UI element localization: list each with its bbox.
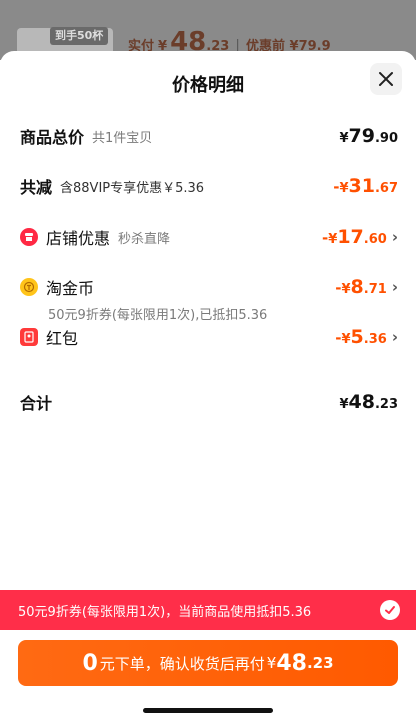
pay-later-int: 48 bbox=[276, 650, 307, 676]
row-red-packet[interactable]: 红包 - ¥ 5 .36 › bbox=[20, 325, 398, 349]
amount-int: 79 bbox=[348, 125, 375, 147]
chevron-right-icon: › bbox=[391, 328, 398, 346]
taojinbi-amount: - ¥ 8 .71 › bbox=[335, 276, 398, 298]
shop-icon bbox=[20, 228, 38, 246]
vip-discount-note: 含88VIP专享优惠￥5.36 bbox=[60, 180, 205, 196]
taojinbi-label: 淘金币 bbox=[46, 279, 95, 298]
flash-sale-note: 秒杀直降 bbox=[118, 231, 171, 247]
coupon-bar[interactable]: 50元9折券(每张限用1次)，当前商品使用抵扣5.36 bbox=[0, 590, 416, 630]
sheet-title: 价格明细 bbox=[172, 75, 244, 96]
amount-dec: .23 bbox=[374, 397, 398, 412]
amount-int: 17 bbox=[337, 226, 364, 248]
total-price-amount: ¥ 79 .90 bbox=[339, 125, 398, 147]
amount-dec: .36 bbox=[363, 332, 387, 347]
amount-dec: .60 bbox=[363, 232, 387, 247]
home-indicator bbox=[143, 708, 273, 713]
checkmark-icon[interactable] bbox=[380, 600, 400, 620]
chevron-right-icon: › bbox=[391, 278, 398, 296]
amount-int: 8 bbox=[350, 276, 364, 298]
amount-int: 48 bbox=[348, 391, 375, 413]
amount-int: 31 bbox=[348, 175, 375, 197]
pay-button-text: 元下单，确认收货后再付 bbox=[99, 654, 265, 673]
row-total-price: 商品总价 共1件宝贝 ¥ 79 .90 bbox=[20, 124, 398, 148]
shop-discount-label: 店铺优惠 bbox=[46, 229, 111, 248]
amount-int: 5 bbox=[350, 326, 364, 348]
reduction-amount: - ¥ 31 .67 bbox=[333, 175, 398, 197]
pay-now-amount: 0 bbox=[82, 650, 98, 676]
sum-amount: ¥ 48 .23 bbox=[339, 391, 398, 413]
currency: ¥ bbox=[341, 332, 351, 347]
red-packet-icon bbox=[20, 328, 38, 346]
shop-discount-amount: - ¥ 17 .60 › bbox=[322, 226, 398, 248]
row-shop-discount[interactable]: 店铺优惠 秒杀直降 - ¥ 17 .60 › bbox=[20, 225, 398, 249]
row-sum: 合计 ¥ 48 .23 bbox=[20, 390, 398, 414]
red-packet-label: 红包 bbox=[46, 329, 79, 348]
close-icon bbox=[379, 72, 393, 86]
confirm-order-button[interactable]: 0 元下单，确认收货后再付 ¥ 48 .23 bbox=[18, 640, 398, 686]
close-button[interactable] bbox=[370, 63, 402, 95]
reduction-label: 共减 bbox=[20, 178, 53, 197]
coin-icon bbox=[20, 278, 38, 296]
pay-later-dec: .23 bbox=[306, 654, 334, 672]
currency: ¥ bbox=[339, 181, 349, 196]
currency: ¥ bbox=[339, 397, 349, 412]
red-packet-amount: - ¥ 5 .36 › bbox=[335, 326, 398, 348]
currency: ¥ bbox=[328, 232, 338, 247]
red-packet-note: 50元9折券(每张限用1次),已抵扣5.36 bbox=[48, 308, 268, 323]
sum-label: 合计 bbox=[20, 394, 53, 413]
currency: ¥ bbox=[339, 131, 349, 146]
row-total-reduction: 共减 含88VIP专享优惠￥5.36 - ¥ 31 .67 bbox=[20, 174, 398, 198]
amount-dec: .67 bbox=[374, 181, 398, 196]
coupon-bar-text: 50元9折券(每张限用1次)，当前商品使用抵扣5.36 bbox=[18, 604, 312, 620]
row-taojinbi[interactable]: 淘金币 - ¥ 8 .71 › bbox=[20, 275, 398, 299]
total-price-label: 商品总价 bbox=[20, 128, 85, 147]
amount-dec: .90 bbox=[374, 131, 398, 146]
chevron-right-icon: › bbox=[391, 228, 398, 246]
pay-later-currency: ¥ bbox=[266, 654, 277, 672]
currency: ¥ bbox=[341, 282, 351, 297]
thumbnail-badge: 到手50杯 bbox=[50, 27, 109, 45]
amount-dec: .71 bbox=[363, 282, 387, 297]
item-count: 共1件宝贝 bbox=[92, 130, 153, 146]
